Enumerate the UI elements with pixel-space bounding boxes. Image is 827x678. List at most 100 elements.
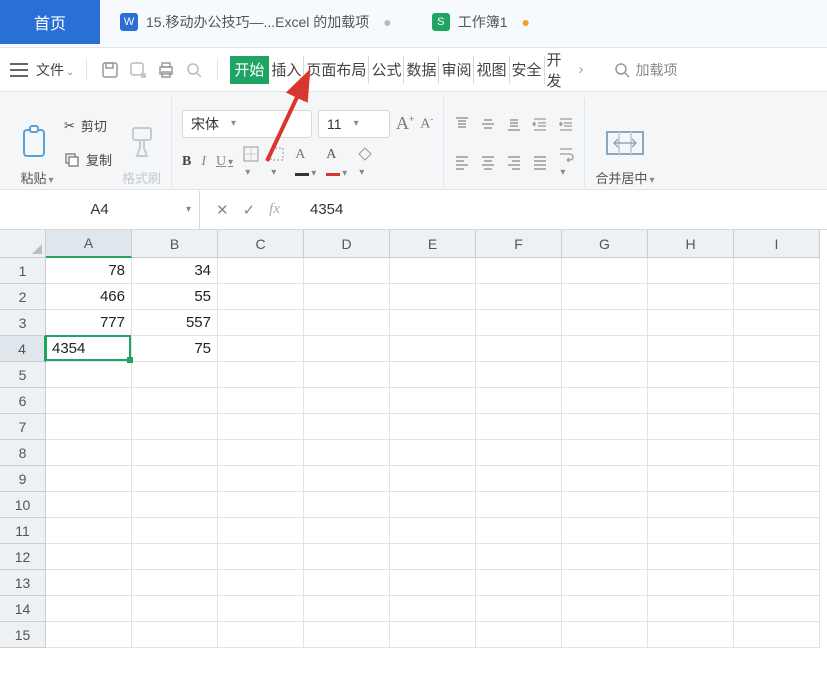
cell[interactable] [304,284,390,310]
cell[interactable] [734,388,820,414]
cell[interactable] [132,466,218,492]
col-header-C[interactable]: C [218,230,304,258]
cell[interactable] [132,596,218,622]
cell[interactable] [132,362,218,388]
row-header-15[interactable]: 15 [0,622,46,648]
cell[interactable] [476,596,562,622]
col-header-H[interactable]: H [648,230,734,258]
cell[interactable] [648,492,734,518]
col-header-A[interactable]: A [46,230,132,258]
cell[interactable] [132,518,218,544]
fill-color-button[interactable]: A▾ [295,145,316,179]
col-header-G[interactable]: G [562,230,648,258]
cell[interactable] [648,310,734,336]
cell[interactable] [648,596,734,622]
cell[interactable] [734,362,820,388]
col-header-E[interactable]: E [390,230,476,258]
ribbon-tab-insert[interactable]: 插入 [269,56,304,84]
cell[interactable] [218,622,304,648]
cell[interactable] [218,284,304,310]
cell[interactable] [218,596,304,622]
cell[interactable] [132,622,218,648]
cell[interactable] [476,570,562,596]
merge-center-button[interactable]: 合并居中▾ [595,98,654,187]
font-name-combo[interactable]: 宋体▾ [182,110,312,138]
bold-button[interactable]: B [182,154,191,170]
cell[interactable] [734,492,820,518]
cell[interactable] [218,518,304,544]
cell[interactable] [562,596,648,622]
select-all-corner[interactable] [0,230,46,258]
cell[interactable] [46,362,132,388]
cell-area[interactable]: 783446655777557435475 [46,258,827,648]
align-top-icon[interactable] [454,116,470,132]
row-header-11[interactable]: 11 [0,518,46,544]
cell[interactable] [304,518,390,544]
cell[interactable] [476,284,562,310]
cell[interactable] [304,362,390,388]
increase-font-icon[interactable]: A+ [396,113,414,134]
copy-button[interactable]: 复制 [64,148,112,172]
cell[interactable] [390,336,476,362]
decrease-indent-icon[interactable] [532,116,548,132]
row-header-14[interactable]: 14 [0,596,46,622]
cell[interactable] [476,440,562,466]
cell[interactable] [648,414,734,440]
row-header-6[interactable]: 6 [0,388,46,414]
cell[interactable] [390,570,476,596]
cell[interactable] [46,414,132,440]
cell[interactable] [218,466,304,492]
cell[interactable] [218,362,304,388]
cell[interactable] [218,570,304,596]
ribbon-tab-dev[interactable]: 开发 [545,56,575,84]
cell[interactable] [390,440,476,466]
cut-button[interactable]: ✂剪切 [64,114,112,138]
cell[interactable] [734,518,820,544]
cell[interactable] [304,310,390,336]
cell[interactable] [648,388,734,414]
cell[interactable] [390,544,476,570]
cell[interactable] [734,596,820,622]
cell[interactable] [734,284,820,310]
cancel-edit-icon[interactable]: ✕ [216,201,229,219]
ribbon-tab-review[interactable]: 审阅 [439,56,474,84]
row-header-7[interactable]: 7 [0,414,46,440]
align-middle-icon[interactable] [480,116,496,132]
cell[interactable] [476,362,562,388]
cell[interactable] [562,440,648,466]
tab-home[interactable]: 首页 [0,0,100,44]
cell[interactable] [304,544,390,570]
cell[interactable] [562,570,648,596]
cell[interactable] [562,310,648,336]
cell[interactable]: 4354 [46,336,132,362]
cell[interactable] [132,544,218,570]
cell[interactable] [46,596,132,622]
cell[interactable] [562,622,648,648]
col-header-F[interactable]: F [476,230,562,258]
cell[interactable] [390,492,476,518]
cell[interactable] [304,336,390,362]
underline-button[interactable]: U▾ [216,154,233,170]
cell[interactable] [734,258,820,284]
cell[interactable] [46,544,132,570]
font-color-button[interactable]: A▾ [326,145,347,179]
cell[interactable] [476,310,562,336]
row-header-9[interactable]: 9 [0,466,46,492]
cell[interactable] [648,518,734,544]
cell[interactable] [648,336,734,362]
cell[interactable] [476,622,562,648]
font-size-combo[interactable]: 11▾ [318,110,390,138]
cell[interactable]: 466 [46,284,132,310]
align-left-icon[interactable] [454,154,470,170]
ribbon-tab-pagelayout[interactable]: 页面布局 [304,56,369,84]
col-header-I[interactable]: I [734,230,820,258]
ribbon-tab-security[interactable]: 安全 [510,56,545,84]
increase-indent-icon[interactable] [558,116,574,132]
font-effects-button[interactable]: ▾ [269,146,285,178]
cell[interactable] [390,284,476,310]
cell[interactable] [562,492,648,518]
cell[interactable] [46,466,132,492]
border-button[interactable]: ▾ [243,146,259,178]
cell[interactable] [218,336,304,362]
cell[interactable] [648,466,734,492]
